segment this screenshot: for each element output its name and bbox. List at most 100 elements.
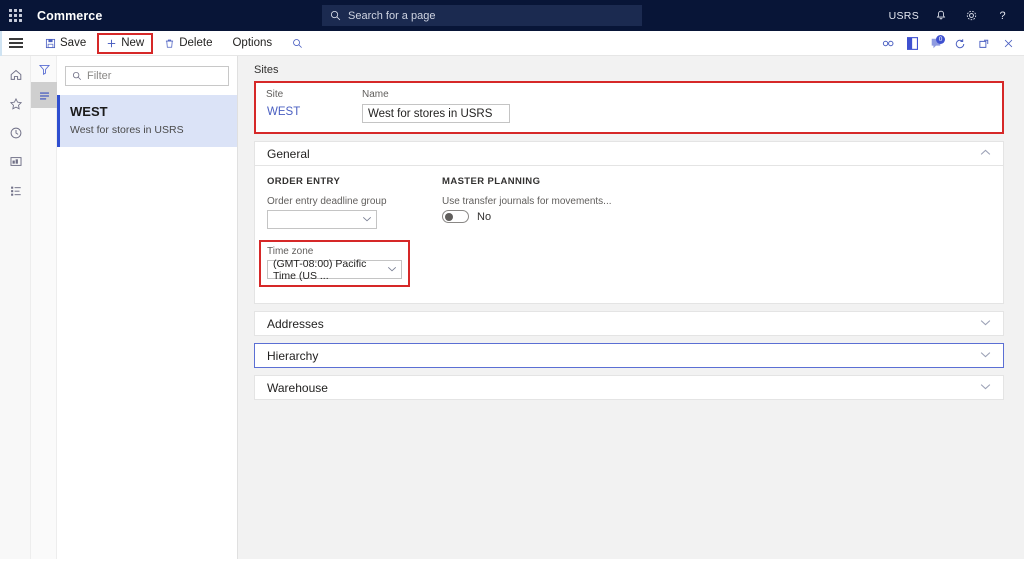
main-content-area: Sites Site WEST Name General ORDER ENTRY… xyxy=(238,56,1024,561)
top-right-actions: USRS ? xyxy=(883,0,1024,31)
funnel-icon xyxy=(38,64,50,75)
time-zone-label: Time zone xyxy=(267,246,314,257)
close-icon[interactable] xyxy=(996,31,1020,56)
time-zone-field: Time zone (GMT-08:00) Pacific Time (US .… xyxy=(267,246,402,282)
order-entry-deadline-group-select[interactable] xyxy=(267,210,377,229)
command-bar: Save New Delete Options 0 xyxy=(0,31,1024,56)
name-label: Name xyxy=(362,89,389,100)
workspaces-icon[interactable] xyxy=(0,147,31,176)
section-hierarchy-header[interactable]: Hierarchy xyxy=(254,343,1004,368)
section-general-title: General xyxy=(267,146,310,161)
section-addresses-title: Addresses xyxy=(267,316,324,331)
hamburger-menu-icon[interactable] xyxy=(0,31,31,56)
section-warehouse-header[interactable]: Warehouse xyxy=(254,375,1004,400)
chevron-down-icon xyxy=(362,215,372,224)
section-hierarchy-title: Hierarchy xyxy=(267,348,319,363)
new-button[interactable]: New xyxy=(97,32,154,54)
chevron-down-icon xyxy=(980,351,991,360)
search-icon xyxy=(330,10,341,21)
list-item[interactable]: WEST West for stores in USRS xyxy=(57,95,237,147)
use-transfer-journals-label: Use transfer journals for movements... xyxy=(442,196,612,207)
page-title: Sites xyxy=(254,64,279,76)
list-lines-icon xyxy=(39,91,49,100)
site-field-group: Site WEST xyxy=(266,89,336,123)
section-general-header[interactable]: General xyxy=(254,141,1004,166)
star-icon[interactable] xyxy=(0,89,31,118)
list-item-subtitle: West for stores in USRS xyxy=(70,124,184,136)
command-buttons: Save New Delete Options xyxy=(35,31,313,56)
toggle-knob xyxy=(445,212,453,221)
list-tab[interactable] xyxy=(31,82,57,108)
use-transfer-journals-toggle[interactable] xyxy=(442,210,469,223)
section-general: General ORDER ENTRY Order entry deadline… xyxy=(254,141,1004,304)
plus-icon xyxy=(108,39,116,47)
chevron-up-icon xyxy=(980,149,991,158)
chevron-down-icon xyxy=(980,319,991,328)
section-hierarchy: Hierarchy xyxy=(254,343,1004,368)
options-label: Options xyxy=(232,37,273,49)
use-transfer-journals-toggle-row: No xyxy=(442,210,772,223)
home-icon[interactable] xyxy=(0,60,31,89)
records-list-panel: Filter WEST West for stores in USRS xyxy=(31,56,238,561)
filter-tab[interactable] xyxy=(31,56,57,82)
name-field-group: Name xyxy=(362,89,510,123)
order-entry-deadline-group-label: Order entry deadline group xyxy=(267,196,387,207)
save-label: Save xyxy=(60,37,87,49)
site-value-link[interactable]: WEST xyxy=(266,104,336,120)
refresh-icon[interactable] xyxy=(948,31,972,56)
section-warehouse: Warehouse xyxy=(254,375,1004,400)
list-item-title: WEST xyxy=(70,104,108,119)
command-bar-right-icons: 0 xyxy=(876,31,1020,56)
app-launcher-icon[interactable] xyxy=(0,0,31,31)
group-master-planning-title: MASTER PLANNING xyxy=(442,176,541,187)
filter-input[interactable]: Filter xyxy=(65,66,229,86)
user-initials[interactable]: USRS xyxy=(883,0,925,31)
save-icon xyxy=(45,38,56,48)
office-app-icon[interactable] xyxy=(900,31,924,56)
delete-button[interactable]: Delete xyxy=(155,33,221,54)
time-zone-select[interactable]: (GMT-08:00) Pacific Time (US ... xyxy=(267,257,402,282)
search-icon xyxy=(72,71,82,81)
order-entry-deadline-group-field: Order entry deadline group xyxy=(267,196,442,229)
time-zone-value: (GMT-08:00) Pacific Time (US ... xyxy=(273,257,367,282)
name-input[interactable] xyxy=(362,104,510,123)
section-general-body: ORDER ENTRY Order entry deadline group T… xyxy=(254,166,1004,304)
time-zone-highlight: Time zone (GMT-08:00) Pacific Time (US .… xyxy=(259,240,410,287)
left-navigation-rail xyxy=(0,56,31,561)
delete-label: Delete xyxy=(179,37,213,49)
list-panel-tabs xyxy=(31,56,57,561)
modules-icon[interactable] xyxy=(0,176,31,205)
save-button[interactable]: Save xyxy=(36,33,95,54)
top-navigation-bar: Commerce Search for a page USRS ? xyxy=(0,0,1024,31)
help-icon[interactable]: ? xyxy=(987,0,1018,31)
messages-icon[interactable]: 0 xyxy=(924,31,948,56)
messages-badge: 0 xyxy=(936,35,945,44)
attach-link-icon[interactable] xyxy=(876,31,900,56)
options-button[interactable]: Options xyxy=(223,33,281,54)
filter-placeholder: Filter xyxy=(87,70,112,82)
global-search-placeholder: Search for a page xyxy=(348,9,436,22)
new-label: New xyxy=(121,37,145,49)
record-header-fields: Site WEST Name xyxy=(254,81,1004,134)
group-master-planning: MASTER PLANNING Use transfer journals fo… xyxy=(442,176,772,287)
global-search-box[interactable]: Search for a page xyxy=(322,5,642,26)
list-panel-body: Filter WEST West for stores in USRS xyxy=(57,56,237,561)
chevron-down-icon xyxy=(980,383,991,392)
trash-icon xyxy=(166,39,174,48)
clock-icon[interactable] xyxy=(0,118,31,147)
site-label: Site xyxy=(266,89,284,100)
popout-icon[interactable] xyxy=(972,31,996,56)
use-transfer-journals-field: Use transfer journals for movements... N… xyxy=(442,196,772,223)
chevron-down-icon xyxy=(387,265,397,274)
section-addresses: Addresses xyxy=(254,311,1004,336)
notifications-icon[interactable] xyxy=(925,0,956,31)
section-warehouse-title: Warehouse xyxy=(267,380,328,395)
group-order-entry: ORDER ENTRY Order entry deadline group T… xyxy=(259,176,442,287)
app-title: Commerce xyxy=(37,8,103,23)
command-search-button[interactable] xyxy=(283,33,312,54)
settings-icon[interactable] xyxy=(956,0,987,31)
search-icon xyxy=(293,38,303,48)
section-addresses-header[interactable]: Addresses xyxy=(254,311,1004,336)
use-transfer-journals-value: No xyxy=(477,210,492,223)
group-order-entry-title: ORDER ENTRY xyxy=(267,176,341,187)
